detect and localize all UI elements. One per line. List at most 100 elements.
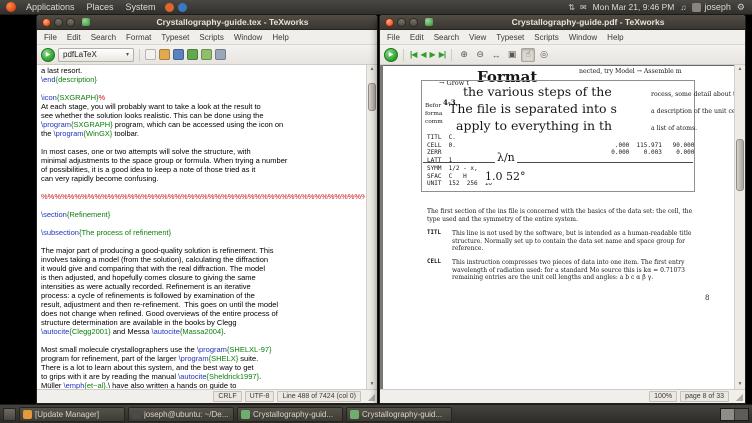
menu-help[interactable]: Help [267,33,293,42]
editor-line: can very rapidly become confusing. [41,174,365,183]
pdf-titlebar[interactable]: Crystallography-guide.pdf - TeXworks [380,15,745,30]
menu-scripts[interactable]: Scripts [194,33,228,42]
taskbar-button[interactable]: Crystallography-guid... [237,406,343,422]
close-icon[interactable] [42,17,51,27]
search-icon[interactable] [215,49,226,60]
scroll-up-icon[interactable]: ▲ [367,65,377,74]
maximize-icon[interactable] [409,17,418,27]
zoom-in-icon[interactable]: ⊕ [457,48,471,62]
editor-line: The major part of producing a good-quali… [41,246,365,255]
definition-line: structure. Normally set up to contain th… [452,237,685,245]
taskbar-button[interactable]: joseph@ubuntu: ~/De... [128,406,234,422]
menu-search[interactable]: Search [86,33,121,42]
menu-file[interactable]: File [39,33,62,42]
editor-window: Crystallography-guide.tex - TeXworks Fil… [36,14,378,404]
menu-window[interactable]: Window [229,33,267,42]
mail-icon[interactable]: ✉ [580,3,587,12]
typeset-button[interactable]: ▶ [384,47,398,62]
scrollbar-thumb[interactable] [368,83,376,111]
menu-typeset[interactable]: Typeset [156,33,194,42]
editor-titlebar[interactable]: Crystallography-guide.tex - TeXworks [37,15,377,30]
taskbar-button[interactable]: [Update Manager] [19,406,125,422]
editor-area[interactable]: a last resort. \end{description} \icon{SX… [37,65,377,389]
panel-menu-places[interactable]: Places [81,0,120,15]
text-fragment: comm [425,119,443,125]
menu-help[interactable]: Help [602,33,628,42]
panel-indicators: ⇅ ✉ Mon Mar 21, 9:46 PM ♫ joseph ⚙ [568,2,749,13]
open-icon[interactable] [159,49,170,60]
firefox-launcher-icon[interactable] [164,2,174,12]
previous-page-icon[interactable]: ◀ [419,50,426,59]
redo-icon[interactable] [201,49,212,60]
panel-menu-applications[interactable]: Applications [20,0,81,15]
editor-line: of possibilities, it is a good idea to k… [41,165,365,174]
menu-file[interactable]: File [382,33,405,42]
last-page-icon[interactable]: ▶| [438,50,446,59]
show-desktop-icon[interactable] [3,407,16,421]
editor-line: At each stage, you will probably want to… [41,102,365,111]
network-icon[interactable]: ⇅ [568,3,575,12]
clock[interactable]: Mon Mar 21, 9:46 PM [593,2,675,12]
menu-view[interactable]: View [464,33,491,42]
scroll-up-icon[interactable]: ▲ [735,65,745,74]
texworks-icon [425,18,433,26]
workspace-1[interactable] [721,408,734,420]
workspace-2[interactable] [735,408,748,420]
engine-selector[interactable]: pdfLaTeX ▾ [58,47,134,62]
panel-launchers [163,2,189,12]
menu-window[interactable]: Window [564,33,602,42]
resize-grip[interactable] [735,393,743,401]
fit-width-icon[interactable]: ↔ [489,48,503,62]
scroll-down-icon[interactable]: ▼ [735,380,745,389]
save-icon[interactable] [173,49,184,60]
editor-menubar: File Edit Search Format Typeset Scripts Window… [37,30,377,45]
source-segment: \program [53,129,84,138]
menu-edit[interactable]: Edit [62,33,86,42]
undo-icon[interactable] [187,49,198,60]
power-icon[interactable]: ⚙ [737,2,745,13]
scroll-down-icon[interactable]: ▼ [367,380,377,389]
source-segment: The major part of producing a good-quali… [41,246,274,255]
hand-tool-icon[interactable]: ☝ [521,47,536,62]
shelx-code-block: TITL C. CELL 0. .000 115.971 90.000 ZERR 0… [427,134,694,188]
user-menu[interactable]: joseph [692,2,731,12]
actual-size-icon[interactable]: ▣ [505,48,519,62]
panel-menu-system[interactable]: System [120,0,162,15]
first-page-icon[interactable]: |◀ [409,50,417,59]
menu-format[interactable]: Format [121,33,156,42]
taskbar-button-label: Crystallography-guid... [362,409,443,419]
typeset-button[interactable]: ▶ [41,47,55,62]
minimize-icon[interactable] [54,17,63,27]
resize-grip[interactable] [367,393,375,401]
volume-icon[interactable]: ♫ [680,3,686,12]
pdf-scrollbar[interactable]: ▲ ▼ [734,65,745,389]
minimize-icon[interactable] [397,17,406,27]
next-page-icon[interactable]: ▶ [429,50,436,59]
terminal-icon [132,409,141,419]
editor-line: is then adjusted, and hopefully comes cl… [41,273,365,282]
new-document-icon[interactable] [145,49,156,60]
maximize-icon[interactable] [66,17,75,27]
ubuntu-logo-icon[interactable] [6,2,16,12]
chevron-down-icon: ▾ [125,52,129,58]
menu-search[interactable]: Search [429,33,464,42]
editor-text[interactable]: a last resort. \end{description} \icon{SX… [37,65,365,389]
scrollbar-thumb[interactable] [736,139,744,191]
taskbar-button[interactable]: Crystallography-guid... [346,406,452,422]
pdf-view[interactable]: nected, try Model → Assemble m → Grow t … [380,65,745,389]
source-segment: to grips with it are by reading the manu… [41,372,179,381]
magnifier-icon[interactable]: ◎ [537,48,551,62]
window-title: Crystallography-guide.pdf - TeXworks [511,17,665,27]
source-segment: \autocite [151,327,180,336]
close-icon[interactable] [385,17,394,27]
help-launcher-icon[interactable] [177,2,187,12]
editor-scrollbar[interactable]: ▲ ▼ [366,65,377,389]
zoom-out-icon[interactable]: ⊖ [473,48,487,62]
pdf-page[interactable]: nected, try Model → Assemble m → Grow t … [383,66,735,389]
source-segment: intensities as were actually recorded. R… [41,282,251,291]
menu-scripts[interactable]: Scripts [529,33,563,42]
menu-edit[interactable]: Edit [405,33,429,42]
source-segment: {et~al} [84,381,106,389]
magnified-line: The file is separated into s [449,101,617,116]
menu-typeset[interactable]: Typeset [491,33,529,42]
